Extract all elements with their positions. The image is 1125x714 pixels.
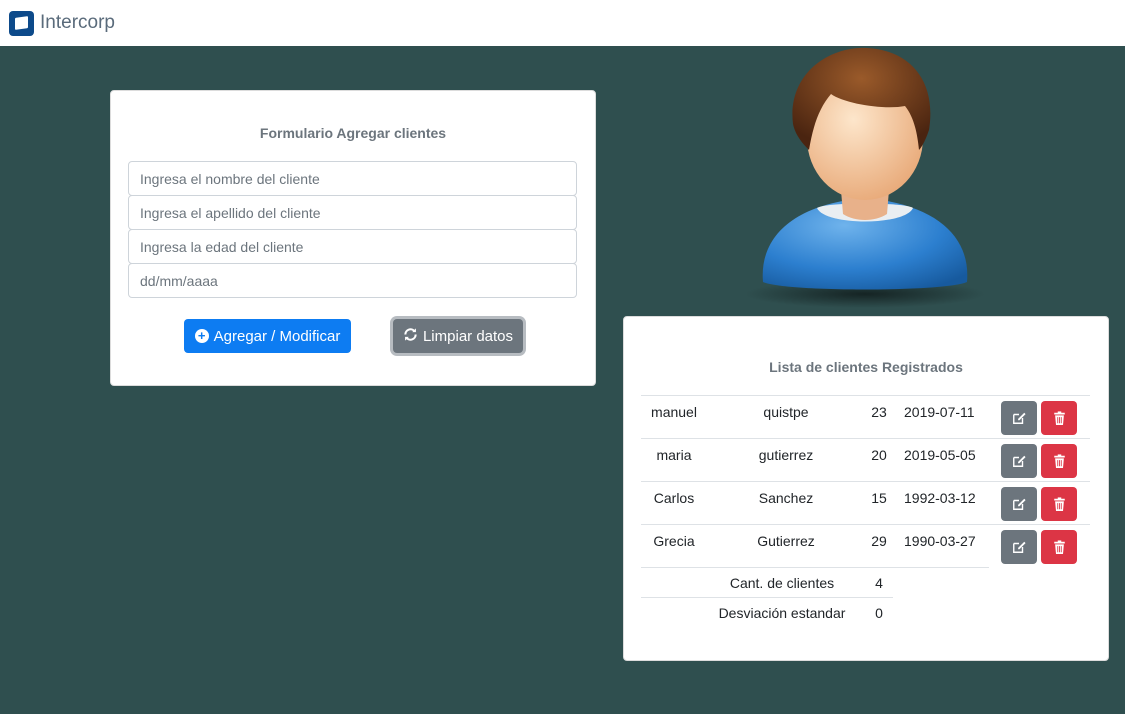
client-lastname: gutierrez bbox=[758, 447, 814, 463]
clear-data-button[interactable]: Limpiar datos bbox=[393, 319, 523, 353]
table-row: Carlos Sanchez 15 1992-03-12 bbox=[641, 481, 1090, 524]
table-row: manuel quistpe 23 2019-07-11 bbox=[641, 395, 1090, 438]
client-name: Carlos bbox=[653, 490, 695, 506]
edit-button[interactable] bbox=[1001, 530, 1037, 564]
stddev-value: 0 bbox=[875, 605, 883, 621]
count-row: Cant. de clientes 4 bbox=[641, 567, 893, 597]
clients-summary: Cant. de clientes 4 Desviación estandar … bbox=[641, 567, 893, 627]
intercorp-logo-icon[interactable] bbox=[9, 10, 34, 36]
edit-icon bbox=[1013, 498, 1026, 510]
delete-button[interactable] bbox=[1041, 487, 1077, 521]
client-date: 1990-03-27 bbox=[904, 533, 976, 549]
edit-icon bbox=[1013, 455, 1026, 467]
client-age: 29 bbox=[871, 533, 887, 549]
clients-table: manuel quistpe 23 2019-07-11 maria gutie… bbox=[641, 395, 1090, 568]
form-title: Formulario Agregar clientes bbox=[259, 125, 447, 141]
add-modify-label: Agregar / Modificar bbox=[213, 327, 341, 345]
table-row: maria gutierrez 20 2019-05-05 bbox=[641, 438, 1090, 481]
plus-circle-icon: + bbox=[194, 329, 209, 343]
client-name: Grecia bbox=[653, 533, 695, 549]
clear-data-label: Limpiar datos bbox=[422, 327, 514, 345]
client-age: 15 bbox=[871, 490, 887, 506]
table-row: Grecia Gutierrez 29 1990-03-27 bbox=[641, 524, 1090, 567]
client-date: 2019-05-05 bbox=[904, 447, 976, 463]
edit-button[interactable] bbox=[1001, 487, 1037, 521]
edit-button[interactable] bbox=[1001, 401, 1037, 435]
count-value: 4 bbox=[875, 575, 883, 591]
client-age-input[interactable] bbox=[128, 229, 577, 264]
client-name: manuel bbox=[651, 404, 697, 420]
client-lastname: quistpe bbox=[763, 404, 809, 420]
client-date: 1992-03-12 bbox=[904, 490, 976, 506]
delete-button[interactable] bbox=[1041, 401, 1077, 435]
user-avatar-image bbox=[745, 46, 985, 308]
delete-button[interactable] bbox=[1041, 530, 1077, 564]
list-title: Lista de clientes Registrados bbox=[769, 359, 963, 375]
client-age: 20 bbox=[871, 447, 887, 463]
refresh-icon bbox=[403, 327, 418, 346]
client-age: 23 bbox=[871, 404, 887, 420]
trash-icon bbox=[1053, 497, 1065, 511]
client-birthdate-input[interactable] bbox=[128, 263, 577, 298]
client-list-card: Lista de clientes Registrados manuel qui… bbox=[623, 316, 1109, 661]
stddev-label: Desviación estandar bbox=[718, 605, 846, 621]
trash-icon bbox=[1053, 454, 1065, 468]
trash-icon bbox=[1053, 411, 1065, 425]
client-date: 2019-07-11 bbox=[904, 404, 975, 420]
client-name: maria bbox=[656, 447, 692, 463]
delete-button[interactable] bbox=[1041, 444, 1077, 478]
count-label: Cant. de clientes bbox=[729, 575, 835, 591]
add-client-form-card: Formulario Agregar clientes + Agregar / … bbox=[110, 90, 596, 386]
edit-icon bbox=[1013, 541, 1026, 553]
client-lastname: Sanchez bbox=[758, 490, 814, 506]
edit-button[interactable] bbox=[1001, 444, 1037, 478]
add-modify-button[interactable]: + Agregar / Modificar bbox=[184, 319, 351, 353]
form-inputs bbox=[128, 161, 578, 298]
brand-name[interactable]: Intercorp bbox=[40, 12, 115, 34]
navbar: Intercorp bbox=[0, 0, 1125, 46]
stddev-row: Desviación estandar 0 bbox=[641, 597, 893, 627]
trash-icon bbox=[1053, 540, 1065, 554]
client-lastname: Gutierrez bbox=[757, 533, 815, 549]
edit-icon bbox=[1013, 412, 1026, 424]
client-name-input[interactable] bbox=[128, 161, 577, 196]
client-lastname-input[interactable] bbox=[128, 195, 577, 230]
